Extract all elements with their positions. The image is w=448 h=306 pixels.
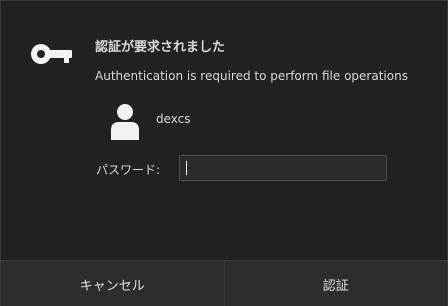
text-caret [186, 161, 187, 175]
dialog-message: Authentication is required to perform fi… [95, 69, 408, 83]
dialog-title: 認証が要求されました [95, 40, 226, 55]
authenticate-button[interactable]: 認証 [223, 261, 447, 306]
username-label: dexcs [156, 112, 191, 126]
authentication-dialog: 認証が要求されました Authentication is required to… [0, 0, 448, 306]
cancel-button[interactable]: キャンセル [1, 261, 224, 306]
password-field[interactable] [179, 155, 387, 181]
password-label: パスワード: [96, 163, 161, 177]
key-icon [31, 44, 72, 64]
user-avatar-icon [111, 104, 139, 140]
button-bar: キャンセル 認証 [1, 260, 447, 306]
